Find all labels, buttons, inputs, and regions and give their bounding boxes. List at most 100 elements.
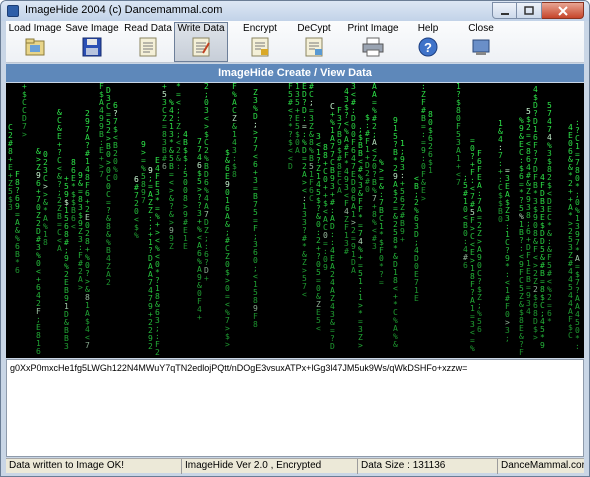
section-banner: ImageHide Create / View Data	[6, 64, 584, 82]
svg-text:>: >	[358, 341, 363, 350]
svg-text:1: 1	[428, 166, 433, 175]
read-data-icon	[137, 36, 159, 58]
svg-text:0: 0	[113, 173, 118, 182]
svg-text:>: >	[78, 283, 83, 292]
help-button[interactable]: Help ?	[414, 23, 442, 61]
save-image-button[interactable]: Save Image	[65, 23, 119, 61]
toolbar-label: Load Image	[8, 23, 62, 34]
image-preview: C 2 #8 + E + Z 5 $3 F 8? 6 9 = A &% 6 B * 6 + $ C C D 7 > & > Z 9 6 +7 0 Z…	[6, 83, 584, 358]
svg-text:4: 4	[526, 307, 531, 316]
status-data-size: Data Size : 131136	[358, 459, 498, 474]
minimize-button[interactable]	[492, 2, 517, 19]
status-website: DanceMammal.cor	[501, 460, 584, 471]
svg-text:C: C	[309, 194, 314, 203]
app-window: ImageHide 2004 (c) Dancemammal.com Load …	[0, 0, 590, 477]
status-bar: Data written to Image OK! ImageHide Ver …	[6, 458, 584, 474]
banner-title: ImageHide Create / View Data	[218, 67, 372, 79]
svg-text:F: F	[519, 348, 524, 357]
svg-text:0: 0	[498, 215, 503, 224]
svg-text:8: 8	[43, 238, 48, 247]
toolbar-label: Close	[468, 23, 494, 34]
floppy-disk-icon	[81, 36, 103, 58]
encrypt-icon	[249, 36, 271, 58]
svg-text:*: *	[547, 317, 552, 326]
decrypt-button[interactable]: DeCypt	[292, 23, 336, 61]
help-icon: ?	[417, 36, 439, 58]
svg-text:<: <	[302, 290, 307, 299]
svg-text:>: >	[533, 333, 538, 342]
svg-text::: :	[176, 162, 181, 171]
write-data-icon	[190, 36, 212, 58]
svg-text:<: <	[316, 324, 321, 333]
svg-text:3: 3	[8, 203, 13, 212]
svg-text:6: 6	[463, 261, 468, 270]
svg-text:E: E	[414, 294, 419, 303]
read-data-button[interactable]: Read Data	[124, 23, 172, 61]
svg-text:7: 7	[85, 341, 90, 350]
svg-text:%: %	[134, 231, 139, 240]
close-button[interactable]: Close	[466, 23, 496, 61]
svg-text:8: 8	[253, 320, 258, 329]
write-data-button[interactable]: Write Data	[174, 22, 228, 62]
close-icon	[470, 36, 492, 58]
svg-text:?: ?	[424, 40, 432, 55]
svg-text:>: >	[225, 340, 230, 349]
print-image-button[interactable]: Print Image	[347, 23, 399, 61]
maximize-button[interactable]	[517, 2, 542, 19]
load-image-button[interactable]: Load Image	[8, 23, 62, 61]
maximize-icon	[524, 5, 534, 15]
window-title: ImageHide 2004 (c) Dancemammal.com	[25, 4, 223, 16]
status-version: ImageHide Ver 2.0 , Encrypted	[182, 459, 358, 474]
load-image-icon	[24, 36, 46, 58]
data-textarea[interactable]: g0XxP0mxcHe1fg5LWGh122N4MWuY7qTN2edlojPQ…	[6, 359, 584, 457]
svg-text:+: +	[197, 313, 202, 322]
printer-icon	[362, 36, 384, 58]
svg-text:2: 2	[106, 278, 111, 287]
minimize-icon	[500, 12, 509, 15]
svg-text::: :	[575, 342, 580, 351]
toolbar-label: Save Image	[65, 23, 119, 34]
svg-text:9: 9	[323, 263, 328, 272]
svg-text:D: D	[330, 342, 335, 351]
app-icon	[7, 5, 19, 17]
svg-text:3: 3	[372, 242, 377, 251]
decrypt-icon	[303, 36, 325, 58]
svg-text:%: %	[470, 344, 475, 353]
matrix-rain-image: C2#8+E+Z5$3F8?69=A&%6B*6+$CCD7>&>Z96+70Z…	[8, 83, 580, 357]
encrypt-button[interactable]: Encrypt	[238, 23, 282, 61]
svg-text:D: D	[288, 162, 293, 171]
svg-text:C: C	[568, 331, 573, 340]
svg-text:&: &	[393, 340, 398, 349]
svg-text:A: A	[57, 244, 62, 253]
svg-text:=: =	[379, 278, 384, 287]
svg-text:A: A	[295, 146, 300, 155]
svg-text:7: 7	[141, 196, 146, 205]
toolbar: Load Image Save Image Read Data Write Da…	[6, 21, 584, 63]
toolbar-label: Encrypt	[243, 23, 277, 34]
svg-text:#: #	[344, 247, 349, 256]
svg-text:3: 3	[64, 342, 69, 351]
svg-text:>: >	[421, 194, 426, 203]
status-message: Data written to Image OK!	[6, 459, 182, 474]
svg-text:2: 2	[148, 342, 153, 351]
svg-text:8: 8	[232, 170, 237, 179]
svg-text:6: 6	[15, 266, 20, 275]
svg-text:+: +	[400, 235, 405, 244]
svg-text:0: 0	[365, 185, 370, 194]
close-x-icon	[557, 5, 568, 16]
svg-text:Z: Z	[169, 242, 174, 251]
svg-text:<: <	[71, 222, 76, 231]
svg-text:2: 2	[155, 348, 160, 357]
close-window-button[interactable]	[542, 2, 584, 19]
toolbar-label: Read Data	[124, 23, 172, 34]
svg-text:6: 6	[477, 325, 482, 334]
encrypted-data-text: g0XxP0mxcHe1fg5LWGh122N4MWuY7qTN2edlojPQ…	[10, 363, 468, 373]
toolbar-label: Help	[417, 23, 439, 34]
toolbar-label: Write Data	[177, 23, 225, 34]
svg-text:9: 9	[540, 341, 545, 350]
title-bar[interactable]: ImageHide 2004 (c) Dancemammal.com	[1, 1, 589, 21]
svg-text:6: 6	[162, 162, 167, 171]
window-controls	[492, 2, 584, 19]
svg-text:A: A	[351, 266, 356, 275]
svg-text:E: E	[183, 242, 188, 251]
